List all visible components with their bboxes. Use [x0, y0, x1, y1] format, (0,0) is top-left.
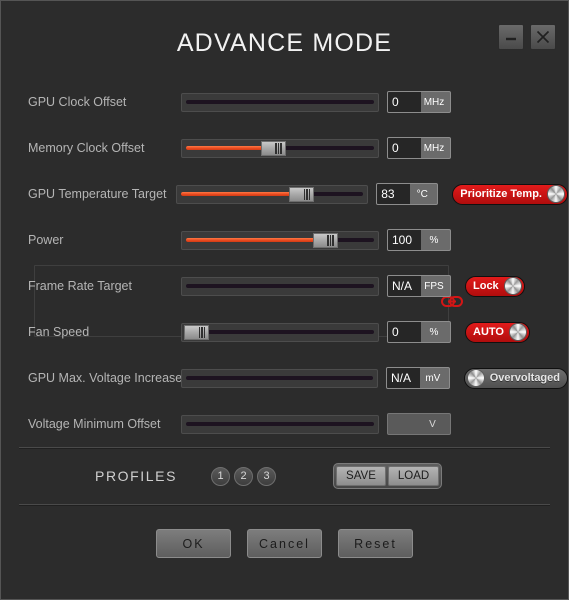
toggle-knob	[546, 185, 565, 203]
toggle-label: Overvoltaged	[489, 372, 560, 384]
toggle-switch[interactable]: AUTO	[465, 321, 530, 343]
value-input[interactable]: N/A	[388, 276, 421, 296]
minimize-button[interactable]	[498, 24, 524, 50]
setting-row: Memory Clock Offset 0 MHz	[1, 125, 568, 171]
slider-thumb-grip	[198, 326, 205, 338]
setting-label: Power	[28, 233, 64, 247]
close-button[interactable]	[530, 24, 556, 50]
ok-button[interactable]: OK	[156, 529, 231, 558]
save-load-group: SAVE LOAD	[333, 463, 443, 489]
minimize-icon	[504, 31, 518, 43]
setting-row: Power 100%	[1, 217, 568, 263]
value-box[interactable]: N/A FPS	[387, 275, 451, 297]
setting-row: Frame Rate Target N/A FPS Lock	[1, 263, 568, 309]
setting-row: Fan Speed 0% AUTO	[1, 309, 568, 355]
value-input[interactable]: 83	[377, 184, 411, 204]
slider[interactable]	[181, 92, 379, 112]
slider-track	[186, 376, 373, 380]
value-box[interactable]: 83 °C	[376, 183, 439, 205]
value-box[interactable]: 0 MHz	[387, 137, 451, 159]
value-unit: V	[429, 418, 436, 430]
slider-track	[186, 284, 374, 288]
slider[interactable]	[181, 368, 378, 388]
slider-thumb[interactable]	[312, 232, 338, 248]
slider[interactable]	[176, 184, 369, 204]
page-title: ADVANCE MODE	[176, 29, 393, 57]
window-controls	[498, 24, 556, 50]
value-box[interactable]: V	[387, 413, 451, 435]
setting-label: GPU Max. Voltage Increase	[28, 371, 183, 385]
setting-label: GPU Clock Offset	[28, 95, 127, 109]
profile-slot[interactable]: 3	[257, 466, 277, 486]
profile-slot[interactable]: 2	[234, 466, 254, 486]
slider-track	[186, 422, 374, 426]
value-unit: MHz	[423, 142, 445, 154]
value-box[interactable]: 0 MHz	[387, 91, 451, 113]
cancel-button[interactable]: Cancel	[247, 529, 322, 558]
slider[interactable]	[181, 276, 379, 296]
save-button[interactable]: SAVE	[336, 466, 386, 486]
setting-label: Memory Clock Offset	[28, 141, 145, 155]
setting-row: GPU Temperature Target 83 °C Prioritize Tem…	[1, 171, 568, 217]
settings-rows: GPU Clock Offset 0 MHz Memory Clock Offset 0…	[1, 79, 568, 447]
toggle-knob	[503, 277, 522, 295]
slider[interactable]	[181, 138, 379, 158]
toggle-switch[interactable]: Prioritize Temp.	[452, 183, 568, 205]
setting-row: GPU Max. Voltage Increase N/A mV Overvoltag…	[1, 355, 568, 401]
setting-row: GPU Clock Offset 0 MHz	[1, 79, 568, 125]
setting-label: Fan Speed	[28, 325, 90, 339]
value-input[interactable]: 0	[388, 322, 421, 342]
value-input[interactable]: 100	[388, 230, 421, 250]
value-input[interactable]	[388, 414, 418, 434]
setting-label: Frame Rate Target	[28, 279, 132, 293]
slider-thumb-grip	[275, 142, 282, 154]
slider-thumb[interactable]	[289, 186, 315, 202]
slider-track	[186, 330, 374, 334]
slider-fill	[186, 238, 318, 242]
value-unit: %	[429, 326, 439, 338]
slider-fill	[186, 146, 266, 150]
toggle-label: AUTO	[473, 326, 504, 338]
toggle-switch[interactable]: Lock	[465, 275, 525, 297]
value-input[interactable]: 0	[388, 92, 421, 112]
value-unit: mV	[425, 372, 441, 384]
profiles-title: PROFILES	[95, 468, 178, 484]
value-box[interactable]: N/A mV	[386, 367, 450, 389]
close-icon	[535, 29, 551, 45]
slider[interactable]	[181, 230, 379, 250]
toggle-label: Prioritize Temp.	[460, 188, 542, 200]
title-bar: ADVANCE MODE	[1, 1, 568, 79]
toggle-knob	[508, 323, 527, 341]
advance-mode-window: ADVANCE MODE GPU Clock Offset 0 MHz Memory	[0, 0, 569, 600]
profiles-section: PROFILES 123 SAVE LOAD	[1, 448, 568, 504]
toggle-switch[interactable]: Overvoltaged	[463, 367, 568, 389]
toggle-knob	[466, 369, 485, 387]
toggle-label: Lock	[473, 280, 499, 292]
slider-fill	[181, 192, 295, 196]
value-input[interactable]: N/A	[387, 368, 420, 388]
value-box[interactable]: 100%	[387, 229, 451, 251]
profile-slot[interactable]: 1	[211, 466, 231, 486]
slider-thumb[interactable]	[184, 324, 209, 340]
slider-thumb-grip	[327, 234, 334, 246]
value-input[interactable]: 0	[388, 138, 421, 158]
profile-slots: 123	[211, 466, 277, 486]
slider-thumb[interactable]	[260, 140, 286, 156]
slider[interactable]	[181, 322, 379, 342]
value-unit: %	[429, 234, 439, 246]
load-button[interactable]: LOAD	[387, 466, 440, 486]
setting-label: Voltage Minimum Offset	[28, 417, 161, 431]
reset-button[interactable]: Reset	[338, 529, 413, 558]
setting-row: Voltage Minimum Offset V	[1, 401, 568, 447]
footer-buttons: OK Cancel Reset	[1, 505, 568, 558]
value-unit: MHz	[423, 96, 445, 108]
setting-label: GPU Temperature Target	[28, 187, 167, 201]
slider[interactable]	[181, 414, 379, 434]
value-unit: FPS	[424, 280, 444, 292]
value-box[interactable]: 0%	[387, 321, 451, 343]
slider-track	[186, 100, 374, 104]
value-unit: °C	[416, 188, 428, 200]
slider-thumb-grip	[303, 188, 311, 200]
